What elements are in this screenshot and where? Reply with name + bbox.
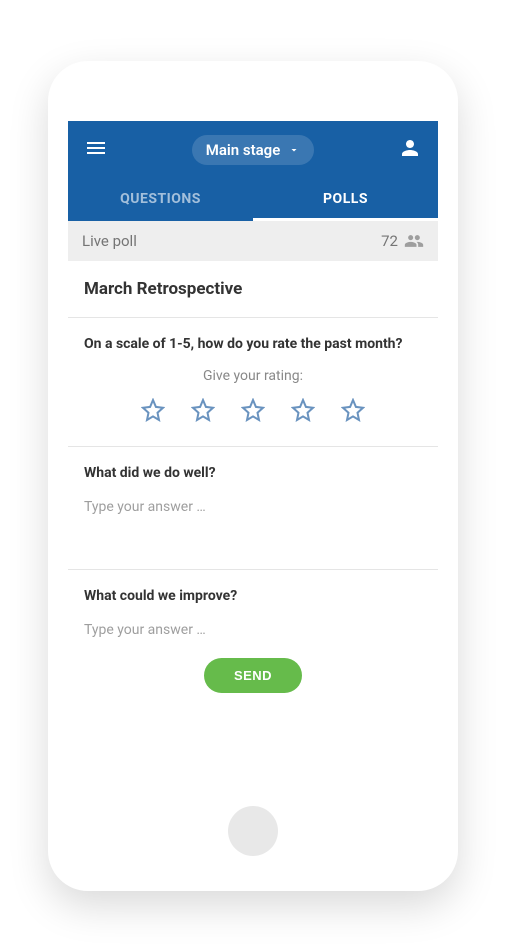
- menu-button[interactable]: [84, 136, 108, 164]
- star-icon: [141, 398, 165, 422]
- app-header: Main stage QUESTIONS POLLS: [68, 121, 438, 221]
- chevron-down-icon: [288, 144, 300, 156]
- profile-icon: [398, 136, 422, 160]
- star-icon: [291, 398, 315, 422]
- tabs-row: QUESTIONS POLLS: [68, 179, 438, 221]
- people-icon: [404, 231, 424, 251]
- participant-count: 72: [381, 231, 424, 251]
- live-poll-bar: Live poll 72: [68, 221, 438, 261]
- phone-frame: Main stage QUESTIONS POLLS Live poll 72: [48, 61, 458, 891]
- question-1-text: On a scale of 1-5, how do you rate the p…: [84, 336, 422, 352]
- question-rating: On a scale of 1-5, how do you rate the p…: [68, 318, 438, 447]
- header-top-row: Main stage: [68, 121, 438, 179]
- star-icon: [241, 398, 265, 422]
- star-4[interactable]: [291, 398, 315, 422]
- star-2[interactable]: [191, 398, 215, 422]
- content-area: Live poll 72 March Retrospective On a sc…: [68, 221, 438, 821]
- star-rating-group: [84, 398, 422, 422]
- answer-2-input[interactable]: Type your answer …: [84, 497, 422, 545]
- stage-label: Main stage: [206, 141, 281, 159]
- send-row: SEND: [84, 658, 422, 693]
- star-1[interactable]: [141, 398, 165, 422]
- tab-questions[interactable]: QUESTIONS: [68, 179, 253, 221]
- participant-count-value: 72: [381, 232, 398, 250]
- answer-3-input[interactable]: Type your answer …: [84, 620, 422, 644]
- star-5[interactable]: [341, 398, 365, 422]
- send-button[interactable]: SEND: [204, 658, 302, 693]
- question-improve: What could we improve? Type your answer …: [68, 570, 438, 717]
- tab-polls[interactable]: POLLS: [253, 179, 438, 221]
- profile-button[interactable]: [398, 136, 422, 164]
- question-2-text: What did we do well?: [84, 465, 422, 481]
- app-screen: Main stage QUESTIONS POLLS Live poll 72: [68, 121, 438, 821]
- hamburger-icon: [84, 136, 108, 160]
- poll-title: March Retrospective: [68, 261, 438, 318]
- live-poll-label: Live poll: [82, 232, 137, 250]
- rating-instruction: Give your rating:: [84, 368, 422, 384]
- question-3-text: What could we improve?: [84, 588, 422, 604]
- star-icon: [191, 398, 215, 422]
- stage-selector[interactable]: Main stage: [192, 135, 315, 165]
- question-well: What did we do well? Type your answer …: [68, 447, 438, 570]
- star-3[interactable]: [241, 398, 265, 422]
- home-button[interactable]: [228, 806, 278, 856]
- star-icon: [341, 398, 365, 422]
